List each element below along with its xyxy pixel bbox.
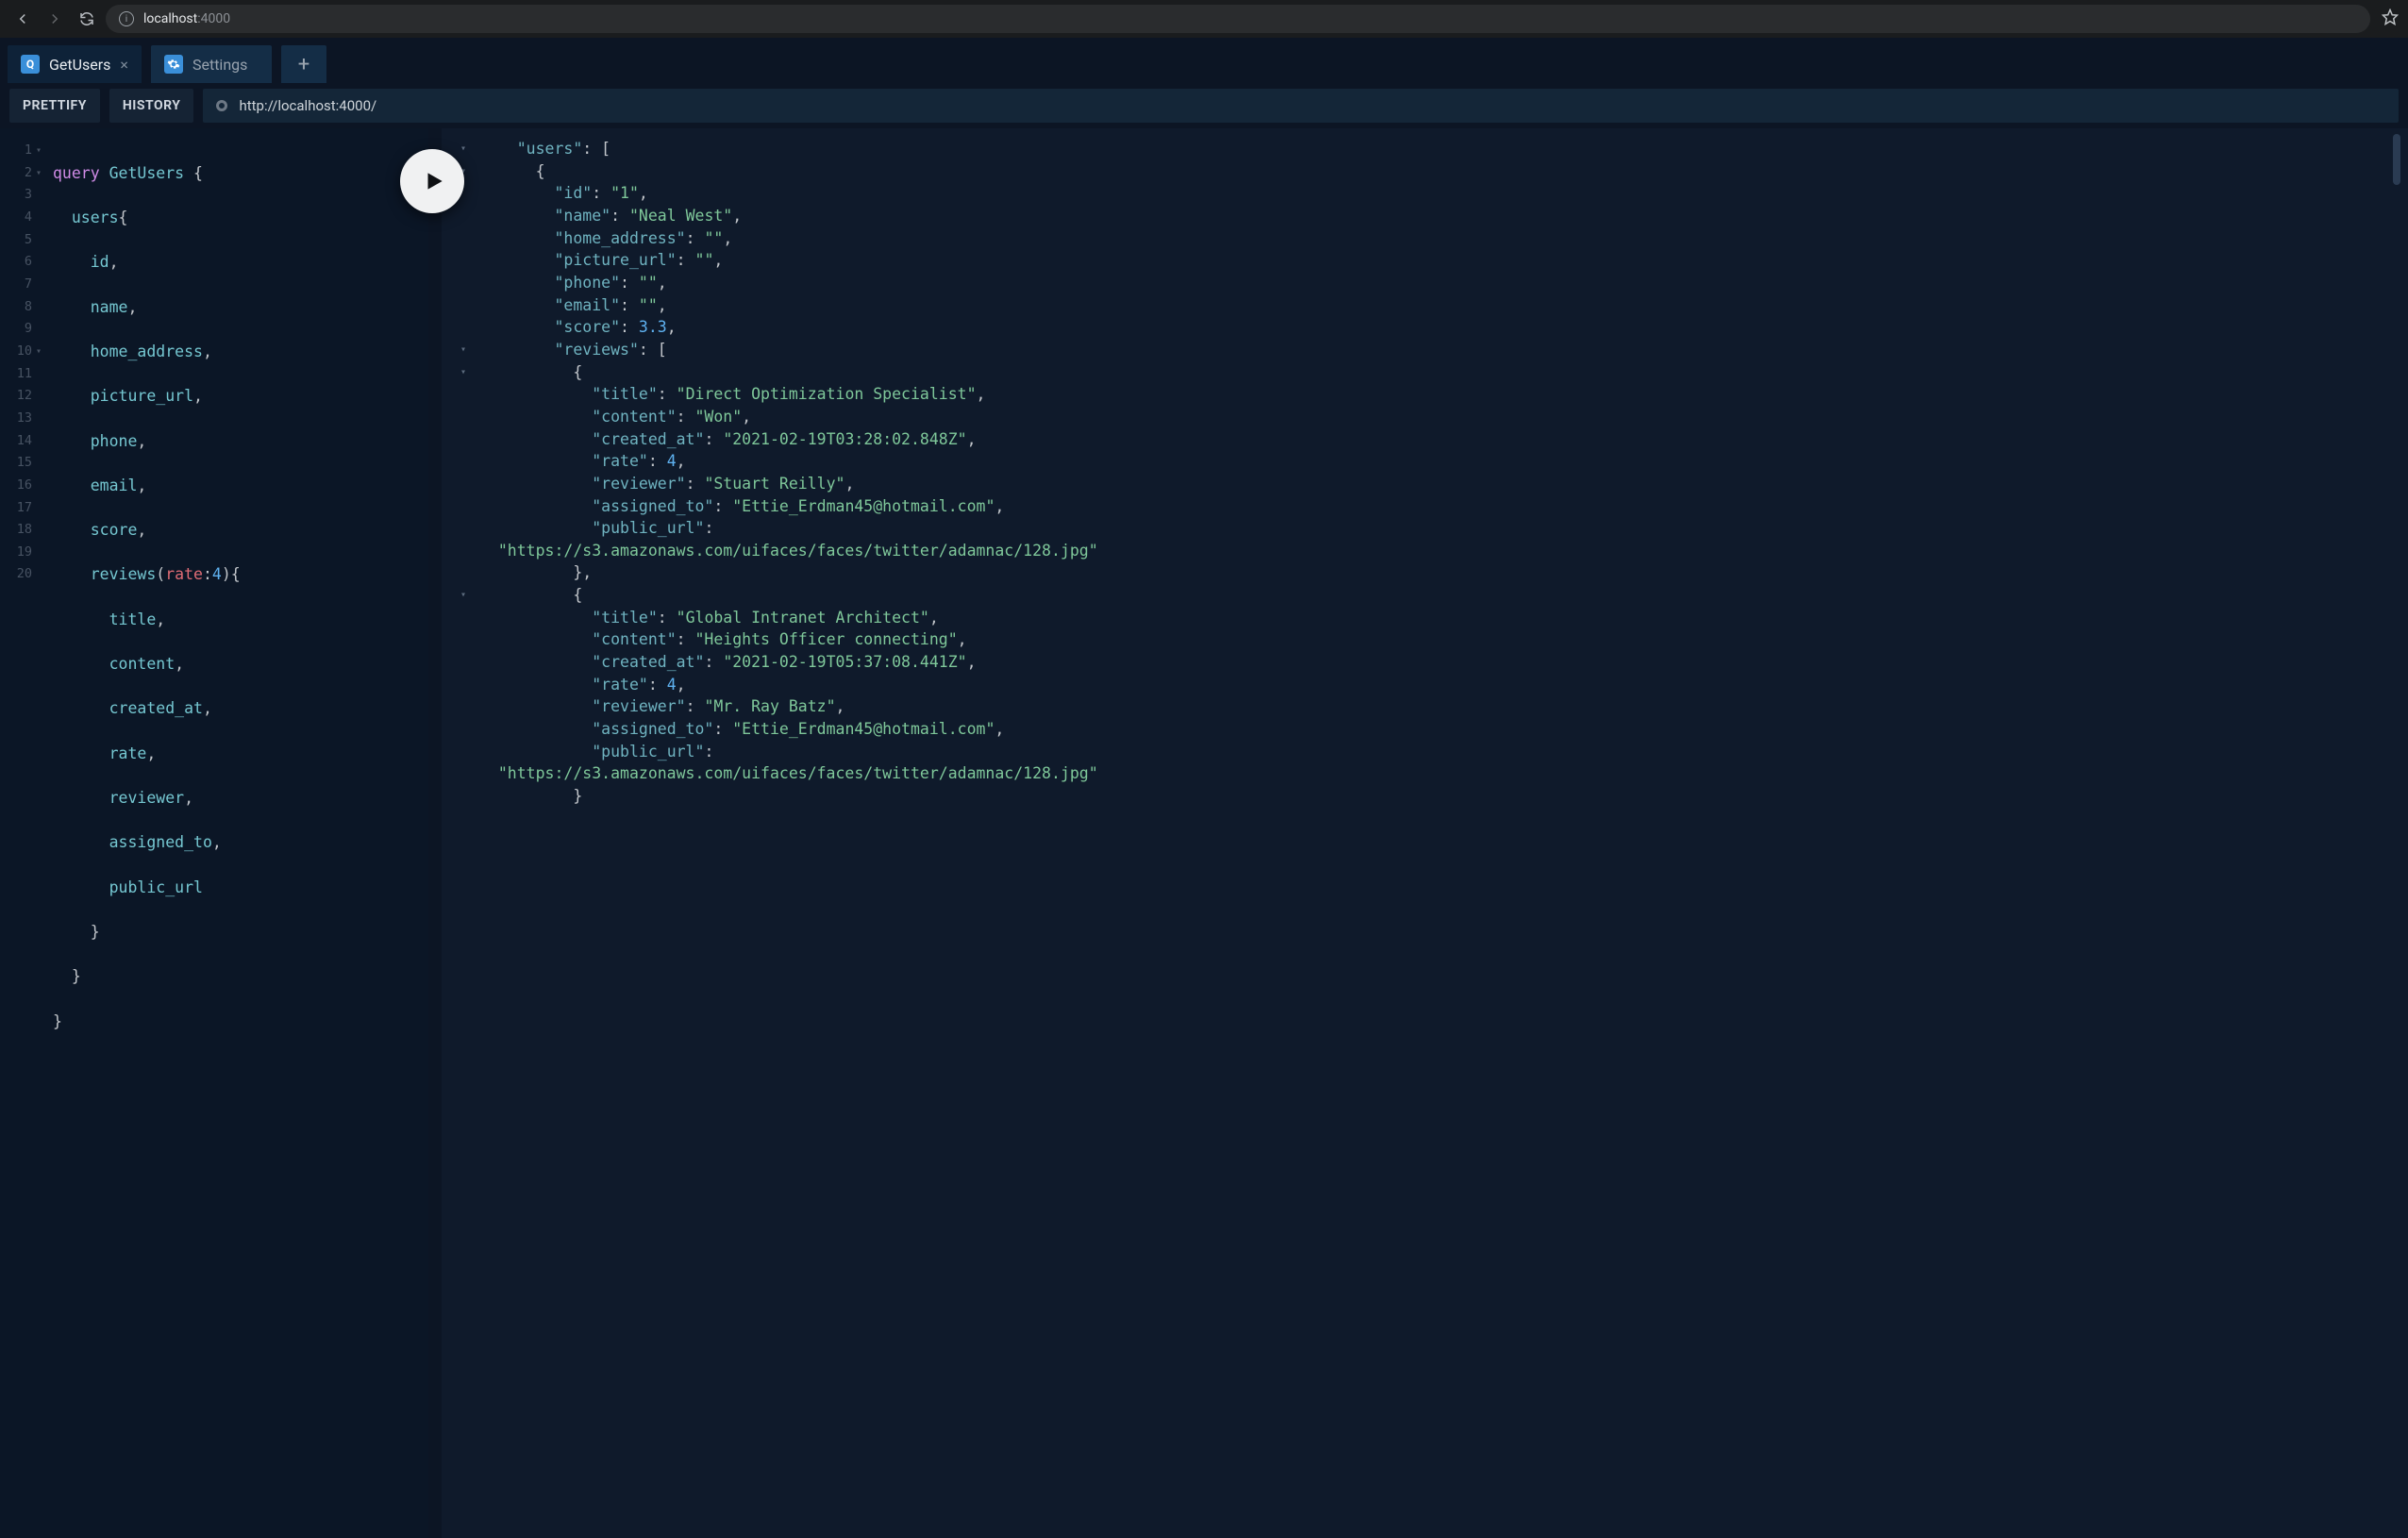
history-button[interactable]: HISTORY [109, 89, 194, 123]
scrollbar-thumb[interactable] [2393, 134, 2400, 185]
document-tabs: Q GetUsers × Settings + [0, 38, 2408, 83]
punct: { [119, 209, 128, 226]
operation-name: GetUsers [109, 164, 184, 182]
query-icon: Q [21, 55, 40, 74]
punct: , [109, 253, 119, 271]
punct: , [184, 789, 193, 807]
arg-rate: rate [165, 565, 203, 583]
punct: } [53, 1012, 62, 1030]
line-gutter: 1234567891011121314151617181920 [0, 128, 38, 1538]
field-users: users [72, 209, 119, 226]
field-public-url: public_url [109, 878, 203, 896]
tab-label: GetUsers [49, 56, 110, 74]
arg-value: 4 [212, 565, 222, 583]
punct: ( [156, 565, 165, 583]
browser-toolbar: i localhost:4000 [0, 0, 2408, 38]
punct: , [175, 655, 184, 673]
punct: , [137, 432, 146, 450]
forward-button[interactable] [42, 6, 68, 32]
status-dot-icon [216, 100, 227, 111]
punct: , [146, 744, 156, 762]
url-host: localhost [143, 11, 197, 26]
tab-getusers[interactable]: Q GetUsers × [8, 45, 142, 83]
run-button[interactable] [400, 149, 464, 213]
field-created-at: created_at [109, 699, 203, 717]
address-bar[interactable]: i localhost:4000 [106, 5, 2370, 33]
back-button[interactable] [9, 6, 36, 32]
punct: , [156, 610, 165, 628]
prettify-button[interactable]: PRETTIFY [9, 89, 100, 123]
query-code[interactable]: query GetUsers { users{ id, name, home_a… [38, 128, 428, 1538]
gear-icon [164, 55, 183, 74]
keyword-query: query [53, 164, 100, 182]
endpoint-input[interactable]: http://localhost:4000/ [203, 89, 2399, 123]
punct: , [203, 699, 212, 717]
punct: { [184, 164, 203, 182]
field-reviews: reviews [91, 565, 157, 583]
punct: ) [222, 565, 231, 583]
bookmark-star-icon[interactable] [2382, 8, 2399, 29]
field-home-address: home_address [91, 343, 203, 360]
field-reviewer: reviewer [109, 789, 184, 807]
field-phone: phone [91, 432, 138, 450]
punct: : [203, 565, 212, 583]
pane-divider[interactable] [428, 128, 442, 1538]
reload-button[interactable] [74, 6, 100, 32]
punct: , [137, 521, 146, 539]
punct: , [193, 387, 203, 405]
punct: , [128, 298, 138, 316]
punct: , [203, 343, 212, 360]
field-picture-url: picture_url [91, 387, 193, 405]
url-text: localhost:4000 [143, 11, 230, 26]
info-icon: i [119, 11, 134, 26]
close-icon[interactable]: × [120, 56, 128, 74]
url-port: :4000 [197, 11, 230, 26]
punct: { [231, 565, 241, 583]
result-pane[interactable]: ▾ "users": [▾ { "id": "1", "name": "Neal… [442, 128, 2408, 1538]
field-id: id [91, 253, 109, 271]
endpoint-url: http://localhost:4000/ [239, 97, 376, 114]
punct: } [72, 967, 81, 985]
field-rate: rate [109, 744, 147, 762]
field-title: title [109, 610, 157, 628]
field-content: content [109, 655, 176, 673]
tab-label: Settings [192, 56, 247, 74]
punct: , [137, 476, 146, 494]
tab-settings[interactable]: Settings [151, 45, 272, 83]
field-name: name [91, 298, 128, 316]
action-toolbar: PRETTIFY HISTORY http://localhost:4000/ [0, 83, 2408, 128]
punct: , [212, 833, 222, 851]
field-assigned-to: assigned_to [109, 833, 212, 851]
query-editor[interactable]: 1234567891011121314151617181920 query Ge… [0, 128, 428, 1538]
workspace: 1234567891011121314151617181920 query Ge… [0, 128, 2408, 1538]
result-json: ▾ "users": [▾ { "id": "1", "name": "Neal… [453, 138, 2391, 808]
punct: } [91, 923, 100, 941]
field-score: score [91, 521, 138, 539]
new-tab-button[interactable]: + [281, 45, 326, 83]
field-email: email [91, 476, 138, 494]
